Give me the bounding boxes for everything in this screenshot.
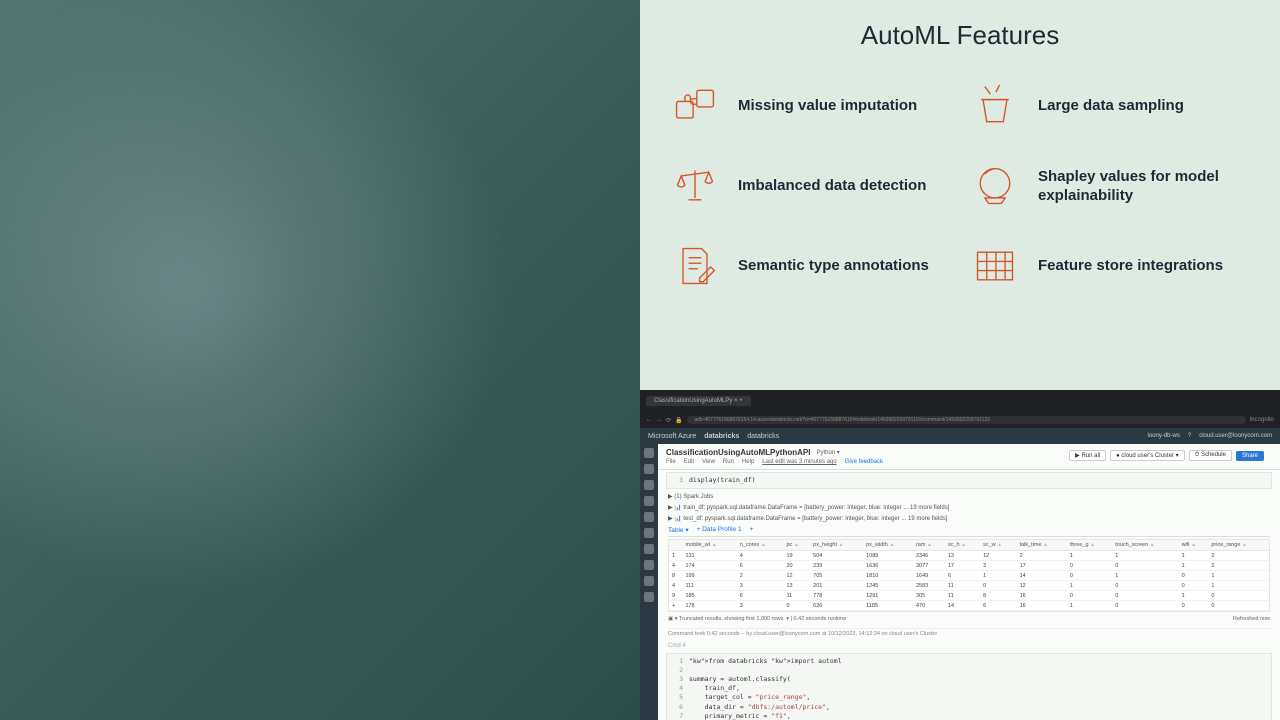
table-grid-icon xyxy=(970,241,1020,291)
crystal-ball-icon xyxy=(970,161,1020,211)
left-sidebar xyxy=(640,444,658,720)
column-header[interactable]: wifi ▲ xyxy=(1179,540,1209,551)
column-header[interactable]: sc_w ▲ xyxy=(980,540,1016,551)
feature-label: Semantic type annotations xyxy=(738,256,929,276)
column-header[interactable]: px_height ▲ xyxy=(810,540,863,551)
table-row: 91856117781291305118160010 xyxy=(669,591,1269,601)
table-row: 411131320112452583110121001 xyxy=(669,581,1269,591)
sidebar-icon[interactable] xyxy=(644,592,654,602)
column-header[interactable]: px_width ▲ xyxy=(863,540,913,551)
nav-reload-icon[interactable]: ⟳ xyxy=(666,417,671,424)
spark-jobs[interactable]: ▶ (1) Spark Jobs xyxy=(668,493,1270,500)
tab-add[interactable]: + xyxy=(750,526,754,534)
tab-profile[interactable]: + Data Profile 1 xyxy=(697,526,742,534)
output-tabs: Table ▾ + Data Profile 1 + xyxy=(668,526,1270,537)
notebook-title[interactable]: ClassificationUsingAutoMLPythonAPI xyxy=(666,448,810,457)
menu-edit[interactable]: Edit xyxy=(684,459,694,465)
nav-back-icon[interactable]: ← xyxy=(646,417,652,423)
notebook-section: ClassificationUsingAutoMLPy × + ← → ⟳ 🔒 … xyxy=(640,390,1280,720)
column-header[interactable]: sc_h ▲ xyxy=(945,540,980,551)
tab-table[interactable]: Table ▾ xyxy=(668,526,689,534)
column-header[interactable]: n_cores ▲ xyxy=(737,540,784,551)
feature-semantic: Semantic type annotations xyxy=(670,241,950,291)
help-icon[interactable]: ? xyxy=(1188,433,1191,439)
data-table: mobile_wt ▲n_cores ▲pc ▲px_height ▲px_wi… xyxy=(668,539,1270,612)
brand-label: Microsoft Azure xyxy=(648,433,696,440)
table-footer: ▣ ▾ Truncated results, showing first 1,0… xyxy=(668,614,1270,624)
bucket-icon xyxy=(970,81,1020,131)
feature-shapley: Shapley values for model explainability xyxy=(970,161,1250,211)
cluster-selector[interactable]: ● cloud user's Cluster ▾ xyxy=(1110,450,1184,461)
url-field[interactable]: adb-4077761568876154.14.azuredatabricks.… xyxy=(687,416,1246,424)
command-status: Command took 0.42 seconds -- by cloud.us… xyxy=(668,628,1270,639)
sidebar-icon[interactable] xyxy=(644,464,654,474)
sidebar-icon[interactable] xyxy=(644,560,654,570)
table-row: 81992127051810164961140101 xyxy=(669,571,1269,581)
feature-store: Feature store integrations xyxy=(970,241,1250,291)
schedule-button[interactable]: ⏱ Schedule xyxy=(1189,450,1232,461)
column-header[interactable]: ram ▲ xyxy=(913,540,945,551)
menu-run[interactable]: Run xyxy=(723,459,734,465)
incognito-badge: Incognito xyxy=(1250,417,1274,423)
feature-label: Shapley values for model explainability xyxy=(1038,167,1250,206)
column-header[interactable]: three_g ▲ xyxy=(1067,540,1112,551)
doc-edit-icon xyxy=(670,241,720,291)
photo-panel xyxy=(0,0,640,720)
feature-large-data: Large data sampling xyxy=(970,81,1250,131)
code-cell-4[interactable]: 1"kw">from databricks "kw">import automl… xyxy=(666,653,1272,720)
feature-label: Large data sampling xyxy=(1038,96,1184,116)
feature-label: Feature store integrations xyxy=(1038,256,1223,276)
nav-fwd-icon[interactable]: → xyxy=(656,417,662,423)
last-edit: Last edit was 3 minutes ago xyxy=(762,459,836,465)
cmd4-label: Cmd 4 xyxy=(668,643,1270,649)
column-header[interactable]: touch_screen ▲ xyxy=(1112,540,1178,551)
refreshed-label: Refreshed now xyxy=(1233,616,1270,622)
df-meta-train[interactable]: ▶ 📊 train_df: pyspark.sql.dataframe.Data… xyxy=(668,504,1270,511)
column-header[interactable]: price_range ▲ xyxy=(1208,540,1269,551)
sidebar-icon[interactable] xyxy=(644,480,654,490)
table-row: +178306261185470146161000 xyxy=(669,601,1269,611)
share-button[interactable]: Share xyxy=(1236,451,1264,461)
code-cell-3[interactable]: 3display(train_df) xyxy=(666,472,1272,489)
table-row: 113141950410892346131221112 xyxy=(669,551,1269,561)
features-grid: Missing value imputation Large data samp… xyxy=(670,81,1250,291)
menu-view[interactable]: View xyxy=(702,459,715,465)
feature-label: Missing value imputation xyxy=(738,96,917,116)
address-bar: ← → ⟳ 🔒 adb-4077761568876154.14.azuredat… xyxy=(640,412,1280,428)
browser-tab[interactable]: ClassificationUsingAutoMLPy × + xyxy=(646,396,751,406)
menu-help[interactable]: Help xyxy=(742,459,754,465)
table-row: 417462023916363077173170012 xyxy=(669,561,1269,571)
browser-tab-bar: ClassificationUsingAutoMLPy × + xyxy=(640,390,1280,412)
df-meta-test[interactable]: ▶ 📊 test_df: pyspark.sql.dataframe.DataF… xyxy=(668,515,1270,522)
notebook-header: ClassificationUsingAutoMLPythonAPI Pytho… xyxy=(658,444,1280,470)
column-header[interactable]: mobile_wt ▲ xyxy=(682,540,736,551)
sidebar-icon[interactable] xyxy=(644,512,654,522)
product-label: databricks xyxy=(704,433,739,440)
truncated-label[interactable]: ▣ ▾ Truncated results, showing first 1,0… xyxy=(668,616,846,622)
scales-icon xyxy=(670,161,720,211)
language-selector[interactable]: Python ▾ xyxy=(816,449,839,456)
feature-imbalanced: Imbalanced data detection xyxy=(670,161,950,211)
menu-file[interactable]: File xyxy=(666,459,676,465)
sidebar-icon[interactable] xyxy=(644,496,654,506)
feature-label: Imbalanced data detection xyxy=(738,176,926,196)
user-label[interactable]: cloud.user@loonycorn.com xyxy=(1199,433,1272,439)
feedback-link[interactable]: Give feedback xyxy=(845,459,883,465)
features-title: AutoML Features xyxy=(670,20,1250,51)
sidebar-icon[interactable] xyxy=(644,544,654,554)
features-section: AutoML Features Missing value imputation… xyxy=(640,0,1280,390)
run-all-button[interactable]: ▶ Run all xyxy=(1069,450,1106,461)
lock-icon: 🔒 xyxy=(675,417,682,424)
workspace-label[interactable]: loony-db-ws xyxy=(1148,433,1180,439)
sidebar-icon[interactable] xyxy=(644,576,654,586)
puzzle-icon xyxy=(670,81,720,131)
app-header: Microsoft Azure databricks databricks lo… xyxy=(640,428,1280,444)
sidebar-icon[interactable] xyxy=(644,448,654,458)
column-header[interactable]: talk_time ▲ xyxy=(1017,540,1067,551)
feature-missing-value: Missing value imputation xyxy=(670,81,950,131)
sidebar-icon[interactable] xyxy=(644,528,654,538)
column-header[interactable] xyxy=(669,540,682,551)
column-header[interactable]: pc ▲ xyxy=(783,540,810,551)
